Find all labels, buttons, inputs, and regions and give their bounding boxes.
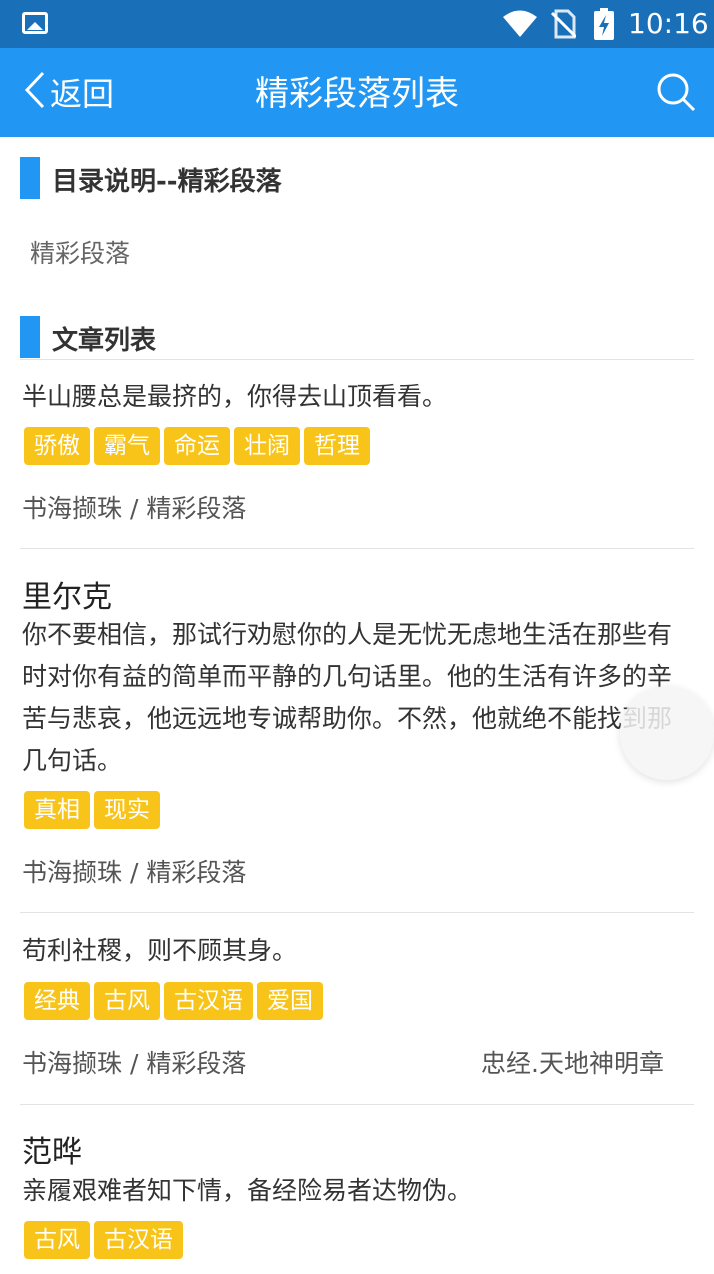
status-bar: 10:16	[0, 0, 714, 48]
article-tags: 骄傲 霸气 命运 壮阔 哲理	[24, 427, 374, 465]
section-accent-bar	[20, 157, 40, 199]
article-source[interactable]: 书海撷珠 / 精彩段落	[22, 489, 246, 525]
article-source[interactable]: 书海撷珠 / 精彩段落	[22, 1044, 246, 1080]
floating-button[interactable]	[620, 686, 714, 780]
article-tags: 真相 现实	[24, 791, 164, 829]
article-text[interactable]: 亲履艰难者知下情，备经险易者达物伪。	[22, 1170, 672, 1212]
wifi-icon	[502, 8, 538, 42]
tag[interactable]: 爱国	[257, 982, 323, 1020]
articles-section-header: 文章列表	[20, 316, 694, 358]
page-title: 精彩段落列表	[255, 74, 459, 114]
catalog-heading: 目录说明--精彩段落	[52, 167, 282, 197]
divider	[20, 1104, 694, 1105]
tag[interactable]: 真相	[24, 791, 90, 829]
article-text[interactable]: 你不要相信，那试行劝慰你的人是无忧无虑地生活在那些有时对你有益的简单而平静的几句…	[22, 614, 672, 782]
status-time: 10:16	[628, 7, 709, 40]
search-icon[interactable]	[656, 72, 696, 116]
divider	[20, 912, 694, 913]
articles-heading: 文章列表	[52, 326, 157, 356]
article-text[interactable]: 半山腰总是最挤的，你得去山顶看看。	[22, 376, 672, 418]
tag[interactable]: 古汉语	[94, 1221, 183, 1259]
divider	[20, 548, 694, 549]
section-accent-bar	[20, 316, 40, 358]
tag[interactable]: 哲理	[304, 427, 370, 465]
article-source[interactable]: 书海撷珠 / 精彩段落	[22, 853, 246, 889]
tag[interactable]: 古风	[94, 982, 160, 1020]
tag[interactable]: 壮阔	[234, 427, 300, 465]
tag[interactable]: 经典	[24, 982, 90, 1020]
no-sim-icon	[550, 9, 578, 43]
article-text[interactable]: 苟利社稷，则不顾其身。	[22, 930, 672, 972]
article-title[interactable]: 里尔克	[22, 572, 112, 616]
tag[interactable]: 命运	[164, 427, 230, 465]
tag[interactable]: 骄傲	[24, 427, 90, 465]
article-tags: 经典 古风 古汉语 爱国	[24, 982, 327, 1020]
tag[interactable]: 古风	[24, 1221, 90, 1259]
article-author[interactable]: 忠经.天地神明章	[481, 1044, 664, 1080]
article-title[interactable]: 范晔	[22, 1127, 82, 1171]
tag[interactable]: 霸气	[94, 427, 160, 465]
catalog-section-header: 目录说明--精彩段落	[20, 157, 694, 199]
divider	[20, 359, 694, 360]
tag[interactable]: 古汉语	[164, 982, 253, 1020]
battery-charging-icon	[594, 8, 614, 44]
tag[interactable]: 现实	[94, 791, 160, 829]
nav-bar: 返回 精彩段落列表	[0, 48, 714, 137]
image-icon	[22, 12, 48, 34]
catalog-description: 精彩段落	[30, 239, 131, 268]
article-tags: 古风 古汉语	[24, 1221, 187, 1259]
